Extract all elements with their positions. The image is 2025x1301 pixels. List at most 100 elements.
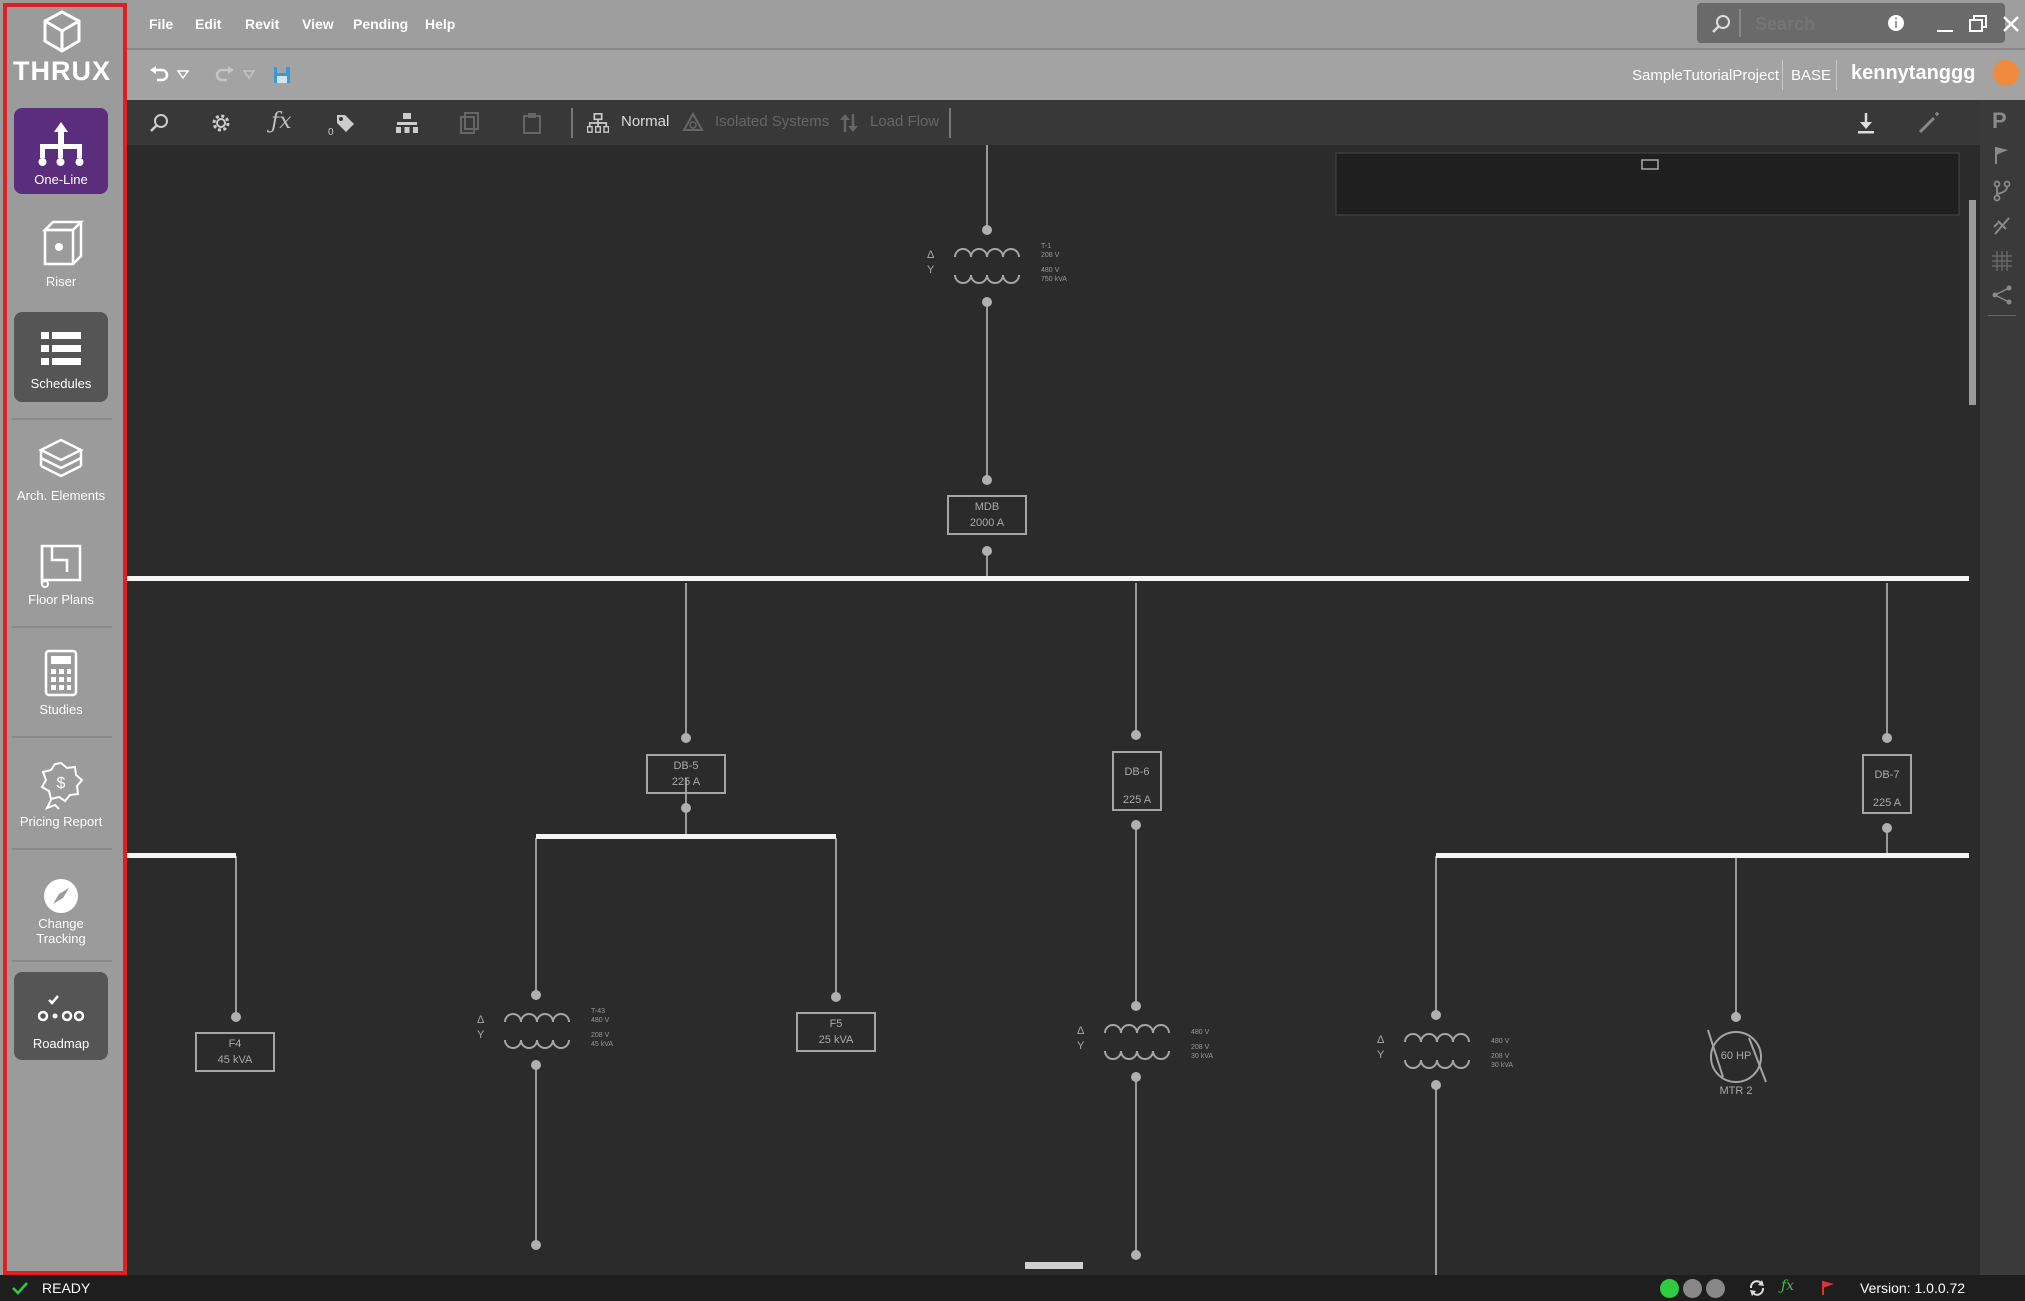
- left-bus: [125, 853, 236, 858]
- right-tool-panel: P: [1980, 100, 2025, 1275]
- toolbar-divider: [1836, 60, 1837, 90]
- db5-panel[interactable]: DB-5 225 A: [647, 758, 725, 790]
- disconnect-status-icon[interactable]: [1706, 1279, 1725, 1298]
- menu-revit[interactable]: Revit: [245, 16, 279, 32]
- t1-primary-coil: [954, 248, 1020, 258]
- t1-secondary-coil: [954, 274, 1020, 284]
- minimize-icon[interactable]: [1935, 14, 1955, 34]
- toolbar-divider: [949, 108, 951, 138]
- db6-panel[interactable]: DB-6 225 A: [1113, 758, 1161, 814]
- f5-panel[interactable]: F5 25 kVA: [797, 1016, 875, 1048]
- grid-icon[interactable]: [1991, 250, 2013, 272]
- nav-roadmap[interactable]: Roadmap: [14, 972, 108, 1060]
- t-db7-label[interactable]: 480 V 208 V 30 kVA: [1491, 1037, 1513, 1070]
- normal-mode-icon[interactable]: [587, 112, 609, 134]
- power-status-icon[interactable]: [1660, 1279, 1679, 1298]
- mdb-panel[interactable]: MDB 2000 A: [948, 499, 1026, 531]
- db7-panel[interactable]: DB-7 225 A: [1863, 761, 1911, 817]
- menu-file[interactable]: File: [149, 16, 173, 32]
- settings-gear-icon[interactable]: [210, 112, 232, 134]
- formula-status-icon[interactable]: ƒx: [1781, 1278, 1794, 1294]
- mdb-name: MDB: [974, 501, 1000, 513]
- branch-icon[interactable]: [1992, 180, 2012, 202]
- t-db6-label[interactable]: 480 V 208 V 30 kVA: [1191, 1028, 1213, 1061]
- magic-wand-icon[interactable]: [1917, 111, 1941, 135]
- copy-icon[interactable]: [460, 112, 480, 134]
- nav-one-line[interactable]: One-Line: [14, 108, 108, 194]
- redo-icon[interactable]: [215, 66, 235, 84]
- t-db6-primary-coil: [1104, 1024, 1170, 1034]
- avatar[interactable]: [1993, 60, 2019, 86]
- db7-name: DB-7: [1874, 769, 1900, 781]
- mode-isolated-systems[interactable]: Isolated Systems: [715, 113, 829, 130]
- mode-load-flow[interactable]: Load Flow: [870, 113, 939, 130]
- paste-icon[interactable]: [522, 112, 542, 134]
- search-input[interactable]: [1753, 9, 1997, 39]
- zoom-search-icon[interactable]: [149, 113, 169, 133]
- load-flow-icon[interactable]: [838, 112, 860, 134]
- download-icon[interactable]: [1856, 111, 1876, 135]
- f4-panel[interactable]: F4 45 kVA: [196, 1036, 274, 1068]
- roadmap-icon: [37, 995, 85, 1022]
- mode-normal[interactable]: Normal: [621, 113, 669, 130]
- undo-dropdown-icon[interactable]: [177, 70, 189, 80]
- hierarchy-icon[interactable]: [395, 112, 419, 134]
- t43-primary: 480 V: [591, 1017, 610, 1024]
- tag-icon[interactable]: [334, 112, 356, 134]
- restore-icon[interactable]: [1968, 14, 1988, 34]
- menu-bar: File Edit Revit View Pending Help: [125, 0, 2025, 48]
- nav-change-tracking[interactable]: Change Tracking: [14, 876, 108, 956]
- menu-view[interactable]: View: [302, 16, 334, 32]
- formula-icon[interactable]: ƒx: [271, 109, 292, 134]
- t1-primary: 208 V: [1041, 252, 1060, 259]
- properties-icon[interactable]: P: [1992, 108, 2007, 134]
- t1-label[interactable]: T-1 208 V 480 V 750 kVA: [1041, 242, 1067, 284]
- flag-icon[interactable]: [1992, 145, 2012, 165]
- nav-pricing-report[interactable]: $ Pricing Report: [14, 760, 108, 840]
- isolated-systems-icon[interactable]: [682, 112, 704, 134]
- flag-status-icon[interactable]: [1821, 1280, 1835, 1296]
- sidebar-divider: [12, 626, 112, 628]
- nav-label: Studies: [39, 702, 83, 717]
- one-line-diagram[interactable]: [125, 145, 1980, 1275]
- db7-bus: [1436, 853, 1969, 858]
- db6-rating: 225 A: [1122, 794, 1152, 806]
- menu-edit[interactable]: Edit: [195, 16, 221, 32]
- search-box[interactable]: [1697, 3, 2005, 43]
- menu-help[interactable]: Help: [425, 16, 455, 32]
- one-line-diagram-canvas[interactable]: Δ Y T-1 208 V 480 V 750 kVA MDB 2000 A D…: [125, 145, 1980, 1275]
- share-nodes-icon[interactable]: [1992, 285, 2012, 305]
- sidebar-divider: [12, 736, 112, 738]
- menu-pending[interactable]: Pending: [353, 16, 408, 32]
- sync-icon[interactable]: [1748, 1279, 1766, 1297]
- check-icon: [12, 1282, 28, 1295]
- disconnect-icon[interactable]: [1992, 215, 2012, 237]
- nav-label: Arch. Elements: [16, 488, 106, 503]
- motor-rating[interactable]: 60 HP: [1711, 1050, 1761, 1062]
- t43-primary-coil: [504, 1013, 570, 1023]
- nav-riser[interactable]: Riser: [14, 218, 108, 298]
- quick-access-toolbar: SampleTutorialProject BASE kennytanggg: [125, 48, 2025, 100]
- t1-rating: 750 kVA: [1041, 276, 1067, 283]
- tag-count: 0: [328, 127, 334, 138]
- sidebar-divider: [12, 848, 112, 850]
- nav-label: Floor Plans: [28, 592, 94, 607]
- nav-label: Riser: [45, 274, 77, 289]
- username[interactable]: kennytanggg: [1851, 62, 1975, 85]
- minimap: [1335, 152, 1960, 216]
- svg-text:$: $: [57, 775, 66, 792]
- branch-label[interactable]: BASE: [1791, 67, 1831, 84]
- t43-label[interactable]: T-43 480 V 208 V 45 kVA: [591, 1007, 613, 1049]
- info-icon[interactable]: [1887, 14, 1905, 32]
- save-icon[interactable]: [273, 66, 291, 84]
- lightning-icon[interactable]: [1683, 1279, 1702, 1298]
- nav-floor-plans[interactable]: Floor Plans: [14, 538, 108, 618]
- nav-studies[interactable]: Studies: [14, 648, 108, 728]
- delta-symbol: Δ: [1077, 1025, 1085, 1037]
- nav-arch-elements[interactable]: Arch. Elements: [14, 432, 108, 512]
- close-icon[interactable]: [2001, 14, 2021, 34]
- t-db6-rating: 30 kVA: [1191, 1053, 1214, 1060]
- redo-dropdown-icon[interactable]: [243, 70, 255, 80]
- nav-schedules[interactable]: Schedules: [14, 312, 108, 402]
- undo-icon[interactable]: [149, 66, 169, 84]
